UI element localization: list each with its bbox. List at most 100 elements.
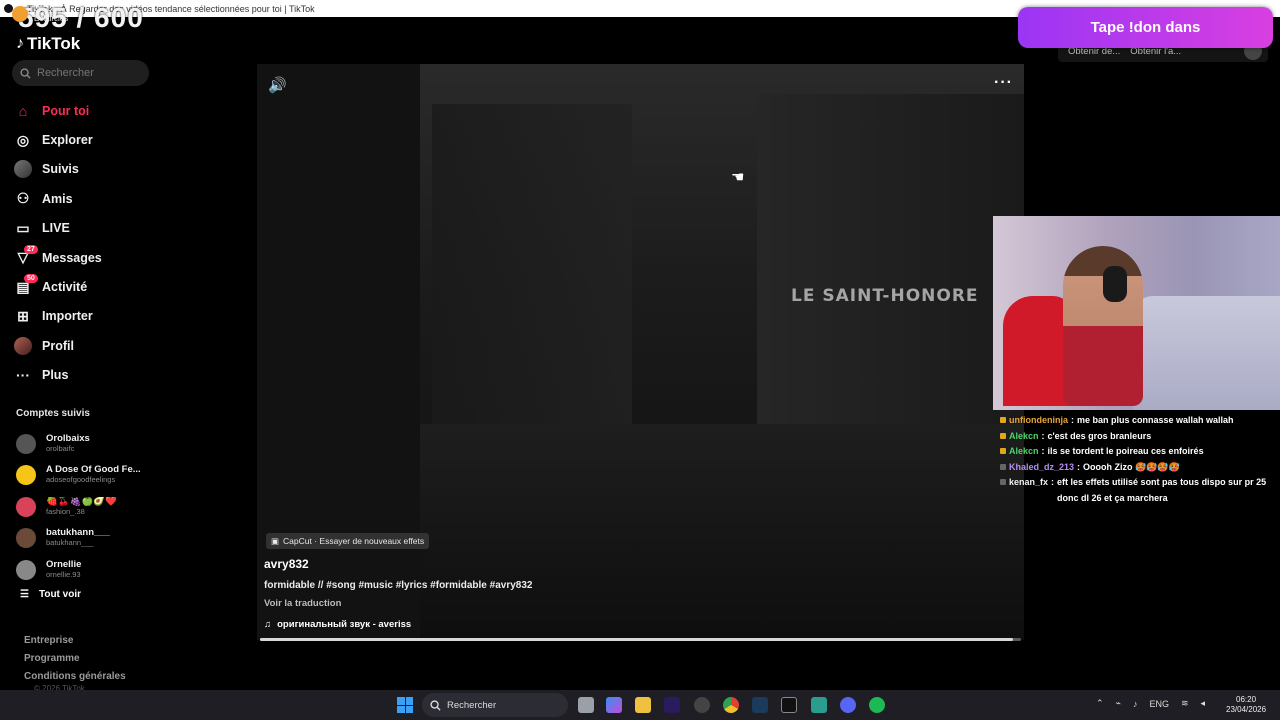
chat-message: Alekcn: c'est des gros branleurs xyxy=(1000,429,1275,445)
following-list: Orolbaixs orolbaifc A Dose Of Good Fe... a… xyxy=(16,428,156,586)
speaker-icon[interactable]: ◂ xyxy=(1201,698,1206,709)
video-progress-bar[interactable] xyxy=(260,638,1021,641)
headset-icon xyxy=(1103,266,1127,302)
sidebar-item-live[interactable]: ▭ LIVE xyxy=(14,214,154,243)
file-explorer-icon[interactable] xyxy=(635,697,651,713)
chevron-up-icon[interactable]: ⌃ xyxy=(1096,698,1104,709)
account-avatar xyxy=(16,528,36,549)
account-avatar xyxy=(16,465,36,486)
sub-badge-icon xyxy=(1000,417,1006,423)
clock-time: 06:20 xyxy=(1236,695,1257,704)
windows-start-icon[interactable] xyxy=(397,697,413,713)
chrome-icon[interactable] xyxy=(723,697,739,713)
weather-widget[interactable]: 24°C Éclaircies xyxy=(12,4,68,24)
sidebar-item-importer[interactable]: ⊞ Importer xyxy=(14,302,154,331)
spotify-icon[interactable] xyxy=(869,697,885,713)
chat-text: me ban plus connasse wallah wallah xyxy=(1077,415,1234,425)
chat-user: Khaled_dz_213 xyxy=(1009,461,1075,472)
stream-chat: unfiondeninja: me ban plus connasse wall… xyxy=(1000,413,1275,506)
app-icon[interactable] xyxy=(811,697,827,713)
tiktok-app-icon[interactable] xyxy=(781,697,797,713)
profile-avatar-icon xyxy=(14,336,32,355)
sidebar-item-activite[interactable]: ▤ 50 Activité xyxy=(14,272,154,301)
chat-message: Alekcn: ils se tordent le poireau ces en… xyxy=(1000,444,1275,460)
video-sound[interactable]: ♫ оригинальный звук - averiss xyxy=(264,619,411,630)
sidebar-item-explorer[interactable]: ◎ Explorer xyxy=(14,125,154,154)
search-input[interactable] xyxy=(37,67,137,79)
volume-icon[interactable]: 🔊 xyxy=(268,76,287,94)
following-account[interactable]: 🍓🍒🍇🍏🥑❤️ fashion_.38 xyxy=(16,491,156,523)
account-name: batukhann___ xyxy=(46,528,110,539)
chat-text: ils se tordent le poireau ces enfoirés xyxy=(1047,446,1204,456)
account-handle: ornellie.93 xyxy=(46,569,81,579)
music-note-icon: ♫ xyxy=(264,619,272,630)
sidebar-item-label: Importer xyxy=(42,309,93,324)
sub-badge-icon xyxy=(1000,448,1006,454)
search-icon xyxy=(430,699,441,711)
weather-desc: Éclaircies xyxy=(34,14,69,23)
steam-icon[interactable] xyxy=(752,697,768,713)
obs-icon[interactable] xyxy=(694,697,710,713)
sidebar-item-plus[interactable]: ··· Plus xyxy=(14,361,154,390)
translate-link[interactable]: Voir la traduction xyxy=(264,598,341,609)
more-options-icon[interactable]: ··· xyxy=(994,74,1013,92)
account-name: 🍓🍒🍇🍏🥑❤️ xyxy=(46,496,117,507)
following-account[interactable]: Ornellie ornellie.93 xyxy=(16,554,156,586)
webcam-overlay xyxy=(993,216,1280,410)
tiktok-note-icon: ♪ xyxy=(16,35,24,52)
sidebar-item-label: Plus xyxy=(42,368,69,383)
footer-links: Entreprise Programme Conditions générale… xyxy=(24,632,126,686)
taskbar-search[interactable]: Rechercher xyxy=(422,693,568,717)
chat-message: unfiondeninja: me ban plus connasse wall… xyxy=(1000,413,1275,429)
account-handle: orolbaifc xyxy=(46,443,75,453)
taskbar-search-label: Rechercher xyxy=(447,699,497,711)
chat-user: kenan_fx xyxy=(1009,477,1049,487)
compass-icon: ◎ xyxy=(16,131,30,148)
account-avatar xyxy=(16,559,36,580)
sidebar-item-amis[interactable]: ⚇ Amis xyxy=(14,184,154,213)
taskbar-clock[interactable]: 06:20 23/04/2026 xyxy=(1226,695,1266,715)
wifi-icon[interactable]: ≋ xyxy=(1181,698,1189,709)
premiere-icon[interactable] xyxy=(664,697,680,713)
sidebar-item-pour-toi[interactable]: ⌂ Pour toi xyxy=(14,96,154,125)
language-indicator[interactable]: ENG xyxy=(1149,699,1169,709)
microphone-icon[interactable]: ♪ xyxy=(1133,699,1138,709)
activity-badge: 50 xyxy=(24,274,38,284)
sidebar-item-label: Pour toi xyxy=(42,103,90,118)
network-icon[interactable]: ⌁ xyxy=(1116,698,1121,709)
system-tray: ⌃ ⌁ ♪ ENG ≋ ◂ xyxy=(1096,698,1205,709)
account-avatar xyxy=(16,496,36,517)
sidebar-item-suivis[interactable]: Suivis xyxy=(14,155,154,184)
task-view-icon[interactable] xyxy=(578,697,594,713)
video-player[interactable]: LE SAINT-HONORE xyxy=(257,64,1024,640)
chat-text: Ooooh Zizo 🥵🥵🥵🥵 xyxy=(1083,461,1180,472)
list-icon: ☰ xyxy=(20,589,29,600)
friends-icon: ⚇ xyxy=(16,190,30,207)
footer-link-programme[interactable]: Programme xyxy=(24,650,126,668)
account-handle: batukhann___ xyxy=(46,538,94,548)
copilot-icon[interactable] xyxy=(606,697,622,713)
donation-banner: Tape !don dans xyxy=(1018,7,1273,48)
sidebar-item-label: Profil xyxy=(42,338,74,353)
footer-link-entreprise[interactable]: Entreprise xyxy=(24,632,126,650)
account-avatar xyxy=(16,433,36,454)
following-account[interactable]: batukhann___ batukhann___ xyxy=(16,523,156,555)
sidebar-item-label: Activité xyxy=(42,280,88,295)
following-account[interactable]: A Dose Of Good Fe... adoseofgoodfeelings xyxy=(16,460,156,492)
chat-user: unfiondeninja xyxy=(1009,415,1068,425)
video-author[interactable]: avry832 xyxy=(264,557,309,571)
effect-tag[interactable]: ▣ CapCut · Essayer de nouveaux effets xyxy=(266,533,430,549)
account-handle: adoseofgoodfeelings xyxy=(46,475,116,485)
sidebar-nav: ⌂ Pour toi ◎ Explorer Suivis ⚇ Amis ▭ LI… xyxy=(14,96,154,390)
video-description: formidable // #song #music #lyrics #form… xyxy=(264,580,533,591)
chat-text: c'est des gros branleurs xyxy=(1047,430,1152,441)
see-all-button[interactable]: ☰ Tout voir xyxy=(20,589,81,600)
video-progress-fill xyxy=(260,638,1014,641)
sidebar-item-profil[interactable]: Profil xyxy=(14,331,154,360)
discord-icon[interactable] xyxy=(840,697,856,713)
search-bar[interactable] xyxy=(12,60,149,86)
sound-label: оригинальный звук - averiss xyxy=(277,619,412,630)
following-account[interactable]: Orolbaixs orolbaifc xyxy=(16,428,156,460)
tiktok-logo[interactable]: ♪ TikTok xyxy=(16,34,80,54)
sidebar-item-messages[interactable]: ▽ 27 Messages xyxy=(14,243,154,272)
